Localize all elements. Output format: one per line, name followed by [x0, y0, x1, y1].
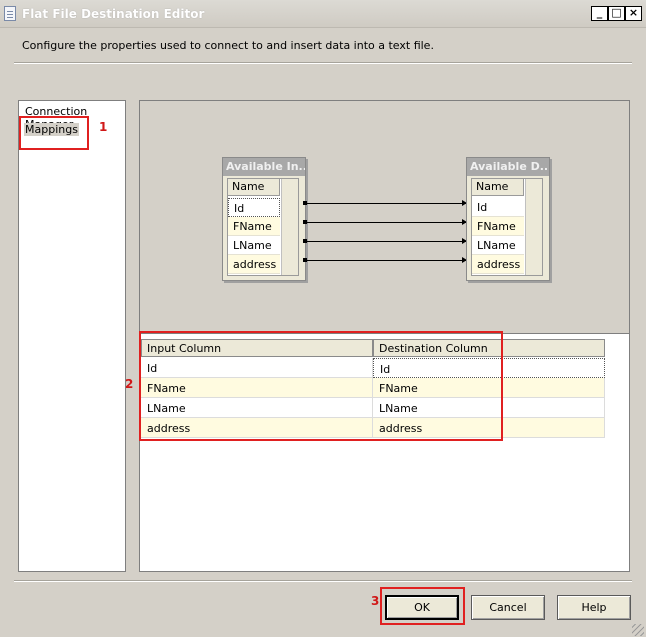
available-destination-columns-title: Available D...	[467, 158, 549, 176]
dialog-description: Configure the properties used to connect…	[22, 39, 434, 52]
annotation-number: 3	[371, 594, 380, 608]
resize-grip[interactable]	[632, 624, 644, 636]
input-name-header: Name	[228, 179, 280, 196]
mappings-panel: Available In... Name Id FName LName addr…	[139, 100, 630, 572]
available-input-columns-title: Available In...	[223, 158, 305, 176]
minimize-button[interactable]: _	[591, 6, 608, 21]
destination-column-header[interactable]: Destination Column	[373, 339, 605, 357]
window-title: Flat File Destination Editor	[22, 7, 205, 21]
grid-destination-cell[interactable]: LName	[373, 398, 605, 418]
input-column-header[interactable]: Input Column	[141, 339, 373, 357]
destination-name-header: Name	[472, 179, 524, 196]
destination-column-item[interactable]: LName	[472, 236, 524, 255]
title-bar: Flat File Destination Editor _ □ ×	[0, 0, 646, 28]
nav-item-mappings[interactable]: Mappings	[24, 123, 79, 136]
close-button[interactable]: ×	[625, 6, 642, 21]
destination-columns-scrollbar[interactable]	[525, 179, 542, 275]
mapping-link[interactable]	[303, 238, 467, 244]
top-divider	[14, 62, 632, 64]
input-columns-scrollbar[interactable]	[281, 179, 298, 275]
input-column-item[interactable]: LName	[228, 236, 280, 255]
document-icon	[4, 6, 16, 21]
mapping-link[interactable]	[303, 257, 467, 263]
ok-button[interactable]: OK	[385, 595, 459, 620]
available-destination-columns-table[interactable]: Available D... Name Id FName LName addre…	[466, 157, 550, 281]
grid-input-cell[interactable]: address	[141, 418, 373, 438]
destination-column-item[interactable]: address	[472, 255, 524, 274]
destination-column-item[interactable]: FName	[472, 217, 524, 236]
annotation-number: 1	[99, 120, 108, 134]
grid-input-cell[interactable]: Id	[141, 358, 373, 378]
grid-destination-cell[interactable]: address	[373, 418, 605, 438]
grid-destination-cell[interactable]: FName	[373, 378, 605, 398]
input-column-item[interactable]: FName	[228, 217, 280, 236]
help-button[interactable]: Help	[557, 595, 631, 620]
destination-column-item[interactable]: Id	[472, 198, 524, 217]
input-columns-list: Name Id FName LName address	[227, 178, 299, 276]
nav-panel: Connection Manager Mappings	[18, 100, 126, 572]
input-column-item[interactable]: Id	[228, 198, 280, 217]
destination-columns-list: Name Id FName LName address	[471, 178, 543, 276]
mapping-link[interactable]	[303, 219, 467, 225]
bottom-divider	[14, 580, 632, 582]
mapping-link[interactable]	[303, 200, 467, 206]
grid-destination-cell[interactable]: Id	[373, 358, 605, 378]
annotation-number: 2	[125, 377, 134, 391]
grid-input-cell[interactable]: FName	[141, 378, 373, 398]
maximize-button[interactable]: □	[608, 6, 625, 21]
cancel-button[interactable]: Cancel	[471, 595, 545, 620]
available-input-columns-table[interactable]: Available In... Name Id FName LName addr…	[222, 157, 306, 281]
input-column-item[interactable]: address	[228, 255, 280, 274]
grid-input-cell[interactable]: LName	[141, 398, 373, 418]
mapping-diagram: Available In... Name Id FName LName addr…	[140, 101, 629, 334]
